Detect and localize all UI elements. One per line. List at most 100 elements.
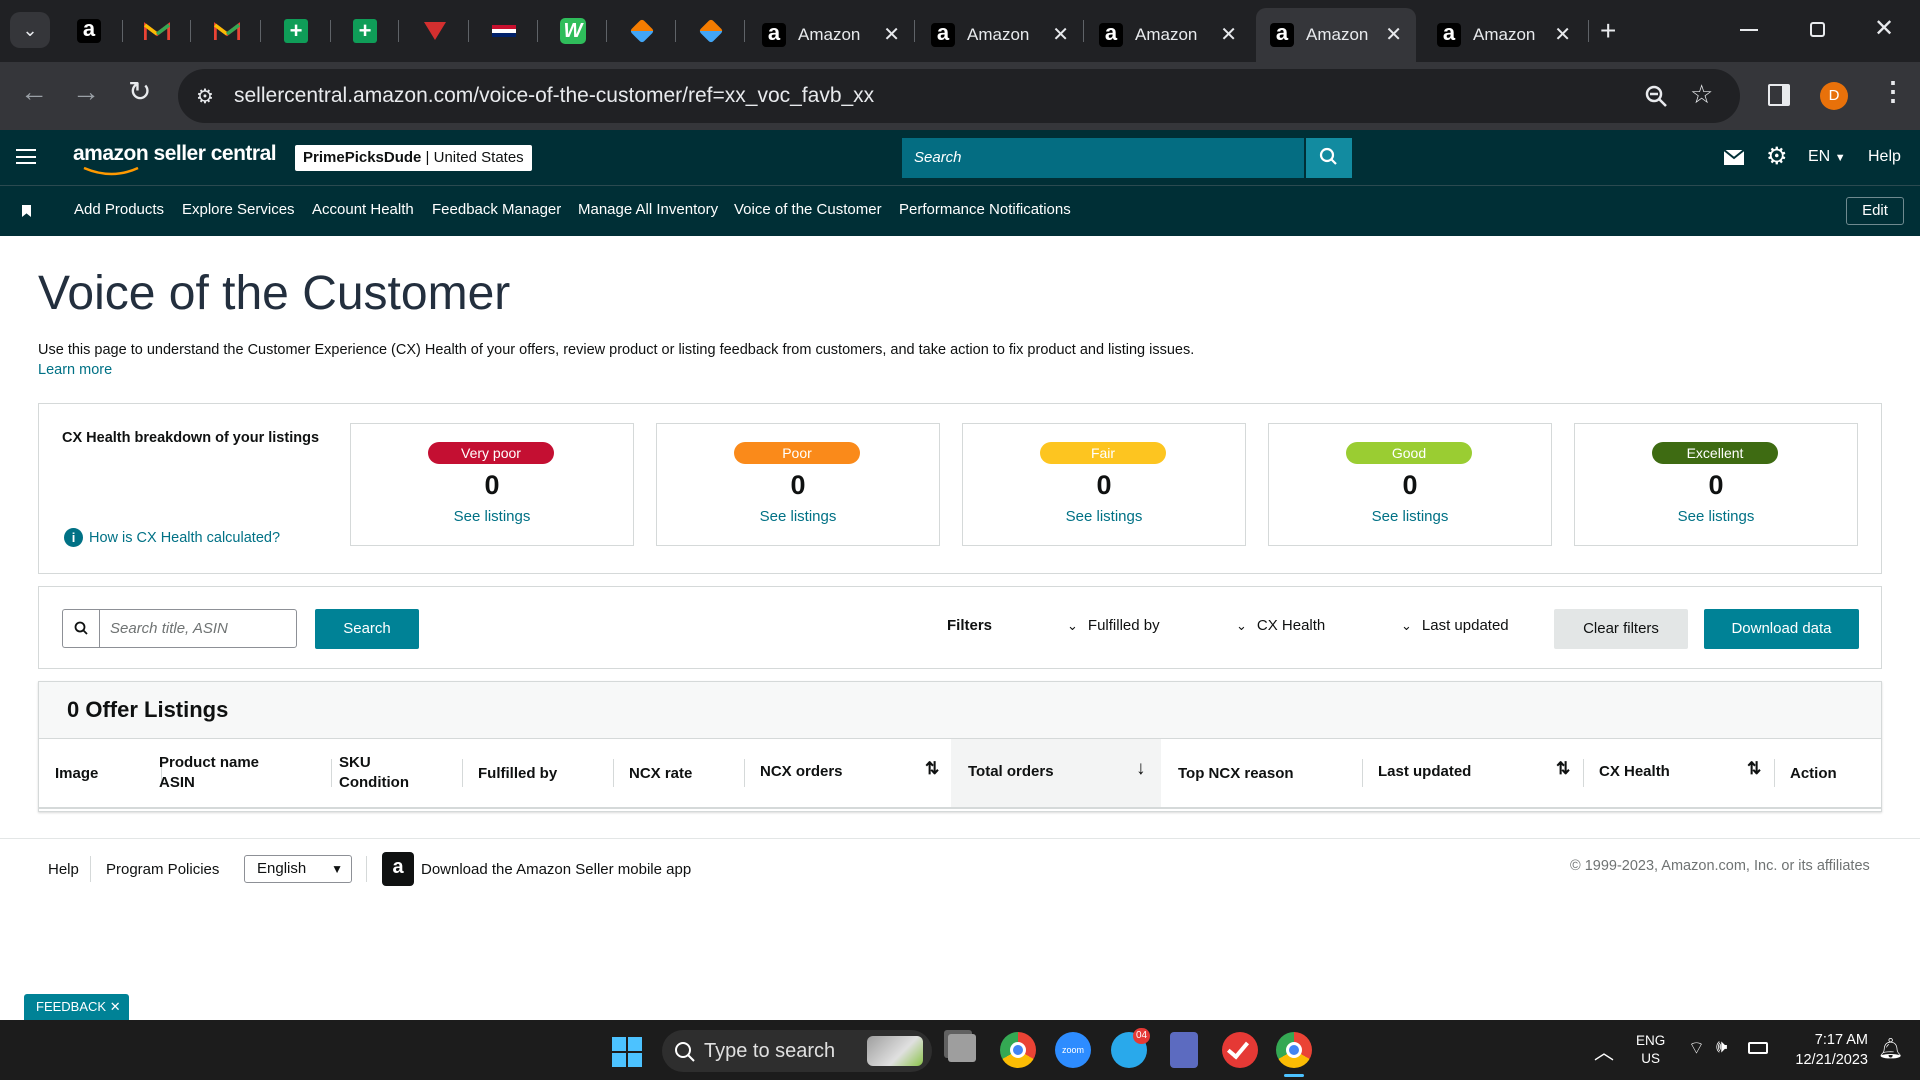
filter-cx-health[interactable]: ⌄ CX Health (1236, 617, 1325, 634)
close-icon[interactable]: ✕ (110, 999, 121, 1014)
header-search-input[interactable]: Search (902, 138, 1304, 178)
footer-language-select[interactable]: English ▼ (244, 855, 352, 883)
listing-search-button[interactable]: Search (315, 609, 419, 649)
taskbar-search-box[interactable]: Type to search (662, 1030, 932, 1072)
sort-descending-icon[interactable]: ↓ (1136, 758, 1146, 780)
pinned-tab-pencil[interactable] (625, 14, 659, 48)
pinned-tab-pencil-2[interactable] (694, 14, 728, 48)
clock[interactable]: 7:17 AM 12/21/2023 (1784, 1030, 1868, 1070)
footer-help-link[interactable]: Help (48, 861, 79, 878)
header-search-button[interactable] (1306, 138, 1352, 178)
nav-feedback-manager[interactable]: Feedback Manager (432, 201, 561, 218)
amazon-seller-central-logo[interactable]: amazon seller central (73, 142, 277, 166)
cx-health-info-link[interactable]: i How is CX Health calculated? (64, 528, 280, 547)
pinned-tab-w[interactable]: W (556, 14, 590, 48)
tab-amazon-active[interactable]: a Amazon ✕ (1256, 8, 1416, 62)
zoom-app-icon[interactable]: zoom (1055, 1032, 1091, 1068)
see-listings-good[interactable]: See listings (1269, 508, 1551, 525)
browser-menu-icon[interactable]: ⋮ (1880, 76, 1906, 107)
chevron-up-icon[interactable]: ︿ (1594, 1036, 1614, 1065)
notification-bell-icon[interactable]: 🔔︎ (1878, 1036, 1903, 1061)
nav-voice-of-the-customer[interactable]: Voice of the Customer (734, 201, 882, 218)
calculator-icon[interactable] (1170, 1032, 1198, 1068)
store-selector[interactable]: PrimePicksDude | United States (295, 145, 532, 171)
status-badge-excellent: Excellent (1652, 442, 1778, 464)
sort-icon[interactable]: ⇅ (1747, 759, 1761, 779)
pinned-tab-gmail-2[interactable] (210, 14, 244, 48)
minimize-button[interactable] (1740, 29, 1758, 31)
back-button[interactable]: ← (20, 76, 48, 108)
sort-icon[interactable]: ⇅ (1556, 759, 1570, 779)
see-listings-very-poor[interactable]: See listings (351, 508, 633, 525)
bookmark-star-icon[interactable]: ☆ (1690, 79, 1713, 110)
pinned-tab-sheets-2[interactable]: + (348, 14, 382, 48)
pinned-tab-flag[interactable] (487, 14, 521, 48)
col-total-orders[interactable]: Total orders (968, 762, 1054, 782)
mail-icon[interactable] (1724, 150, 1744, 165)
profile-avatar[interactable]: D (1820, 82, 1848, 110)
status-badge-very-poor: Very poor (428, 442, 554, 464)
chrome-profile-icon[interactable] (1276, 1032, 1312, 1068)
learn-more-link[interactable]: Learn more (38, 362, 112, 378)
sort-icon[interactable]: ⇅ (925, 759, 939, 779)
forward-button[interactable]: → (72, 76, 100, 108)
nav-add-products[interactable]: Add Products (74, 201, 164, 218)
see-listings-poor[interactable]: See listings (657, 508, 939, 525)
language-indicator[interactable]: ENG US (1636, 1032, 1665, 1068)
checkmark-app-icon[interactable] (1222, 1032, 1258, 1068)
footer-app-link[interactable]: Download the Amazon Seller mobile app (421, 861, 691, 878)
chrome-icon[interactable] (1000, 1032, 1036, 1068)
address-bar[interactable]: ⚙ sellercentral.amazon.com/voice-of-the-… (178, 69, 1740, 123)
windows-start-icon[interactable] (612, 1037, 642, 1067)
filter-fulfilled-by[interactable]: ⌄ Fulfilled by (1067, 617, 1160, 634)
filter-last-updated[interactable]: ⌄ Last updated (1401, 617, 1509, 634)
settings-gear-icon[interactable]: ⚙ (1766, 142, 1788, 171)
feedback-tab[interactable]: FEEDBACK ✕ (24, 994, 129, 1020)
new-tab-button[interactable]: + (1600, 14, 1616, 48)
nav-performance-notifications[interactable]: Performance Notifications (899, 201, 1071, 218)
restore-button[interactable] (1810, 22, 1825, 37)
site-settings-icon[interactable]: ⚙ (196, 84, 214, 109)
pinned-tab-gmail[interactable] (140, 14, 174, 48)
telegram-icon[interactable]: 04 (1111, 1028, 1151, 1068)
language-selector[interactable]: EN ▼ (1808, 148, 1846, 166)
close-icon[interactable]: ✕ (1220, 22, 1237, 47)
close-icon[interactable]: ✕ (1052, 22, 1069, 47)
listing-search-input[interactable]: Search title, ASIN (99, 609, 297, 648)
close-window-button[interactable]: ✕ (1874, 14, 1894, 43)
pinned-tab-extension[interactable] (418, 14, 452, 48)
pinned-tab-amazon[interactable]: a (72, 14, 106, 48)
col-last-updated[interactable]: Last updated (1378, 762, 1471, 782)
nav-manage-all-inventory[interactable]: Manage All Inventory (578, 201, 718, 218)
close-icon[interactable]: ✕ (1554, 22, 1571, 47)
close-icon[interactable]: ✕ (1385, 22, 1402, 47)
volume-icon[interactable]: 🕪 (1716, 1036, 1727, 1057)
reload-button[interactable]: ↻ (128, 75, 151, 108)
see-listings-fair[interactable]: See listings (963, 508, 1245, 525)
download-data-button[interactable]: Download data (1704, 609, 1859, 649)
help-link[interactable]: Help (1868, 148, 1901, 166)
footer-policies-link[interactable]: Program Policies (106, 861, 219, 878)
col-ncx-orders[interactable]: NCX orders (760, 762, 843, 782)
task-view-icon[interactable] (948, 1034, 976, 1062)
nav-explore-services[interactable]: Explore Services (182, 201, 295, 218)
tab-search-button[interactable]: ⌄ (10, 12, 50, 48)
close-icon[interactable]: ✕ (883, 22, 900, 47)
pinned-tab-sheets[interactable]: + (279, 14, 313, 48)
wifi-icon[interactable]: ⌔ (1688, 1037, 1705, 1060)
hamburger-menu-icon[interactable] (16, 149, 36, 164)
feedback-label: FEEDBACK (36, 999, 107, 1014)
col-cx-health[interactable]: CX Health (1599, 762, 1670, 782)
nav-edit-button[interactable]: Edit (1846, 197, 1904, 225)
battery-icon[interactable] (1748, 1042, 1768, 1054)
clear-filters-button[interactable]: Clear filters (1554, 609, 1688, 649)
nav-account-health[interactable]: Account Health (312, 201, 414, 218)
see-listings-excellent[interactable]: See listings (1575, 508, 1857, 525)
tab-amazon-2[interactable]: a Amazon ✕ (917, 8, 1083, 62)
zoom-icon[interactable] (1644, 84, 1668, 108)
tab-amazon-1[interactable]: a Amazon ✕ (748, 8, 914, 62)
tab-amazon-5[interactable]: a Amazon ✕ (1423, 8, 1585, 62)
side-panel-icon[interactable] (1768, 84, 1790, 106)
bookmark-icon[interactable] (22, 205, 31, 217)
tab-amazon-3[interactable]: a Amazon ✕ (1085, 8, 1251, 62)
